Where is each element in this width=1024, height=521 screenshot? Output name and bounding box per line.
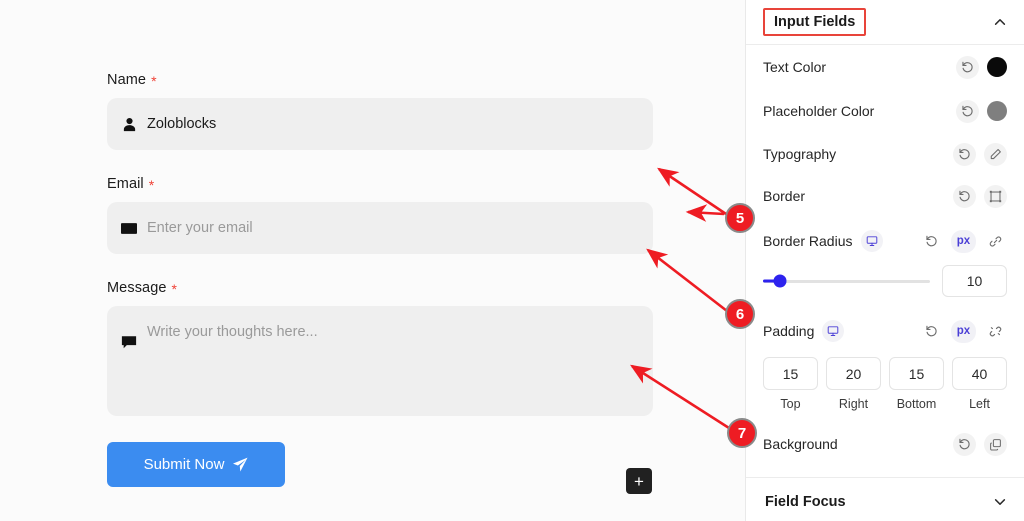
email-field-label: Email * (107, 176, 653, 192)
message-field-label: Message * (107, 280, 653, 296)
required-asterisk: * (148, 177, 155, 193)
border-label: Border (763, 188, 806, 204)
slider-track (763, 279, 930, 283)
user-icon (120, 115, 138, 133)
chevron-up-icon[interactable] (993, 15, 1007, 29)
email-input-placeholder: Enter your email (147, 220, 253, 236)
placeholder-color-label: Placeholder Color (763, 103, 875, 119)
padding-right-label: Right (838, 397, 869, 411)
name-field-label: Name * (107, 72, 653, 88)
placeholder-color-swatch[interactable] (987, 101, 1007, 121)
desktop-icon[interactable] (860, 230, 883, 252)
setting-row-border-radius: Border Radius px (746, 221, 1024, 261)
envelope-icon (120, 219, 138, 237)
background-label: Background (763, 436, 838, 452)
annotation-badge-5: 5 (725, 203, 755, 233)
required-asterisk: * (171, 281, 178, 297)
required-asterisk: * (151, 73, 157, 89)
desktop-icon[interactable] (822, 320, 845, 342)
send-icon (233, 457, 248, 472)
reset-icon[interactable] (953, 142, 976, 166)
contact-form: Name * Zoloblocks Email * Enter your ema… (107, 72, 653, 494)
name-input[interactable]: Zoloblocks (107, 98, 653, 150)
padding-right-input[interactable]: 20 (826, 357, 881, 390)
name-label-text: Name (107, 72, 147, 88)
reset-icon[interactable] (956, 55, 979, 79)
padding-top-cell: 15 Top (763, 357, 818, 411)
border-box-icon[interactable] (984, 184, 1007, 208)
border-radius-label: Border Radius (763, 233, 853, 249)
field-focus-section-header[interactable]: Field Focus (746, 478, 1024, 521)
field-focus-title: Field Focus (765, 494, 846, 510)
message-textarea-placeholder: Write your thoughts here... (147, 324, 318, 340)
email-label-text: Email (107, 176, 144, 192)
reset-icon[interactable] (953, 432, 976, 456)
comment-icon (120, 333, 138, 351)
slider-knob[interactable] (773, 274, 787, 288)
panel-section-title: Input Fields (763, 8, 867, 36)
annotation-badge-6: 6 (725, 299, 755, 329)
padding-right-cell: 20 Right (826, 357, 881, 411)
name-input-value: Zoloblocks (147, 116, 217, 132)
typography-label: Typography (763, 146, 837, 162)
padding-bottom-label: Bottom (896, 397, 937, 411)
submit-button[interactable]: Submit Now (107, 442, 285, 487)
setting-row-border: Border (746, 175, 1024, 217)
padding-left-input[interactable]: 40 (952, 357, 1007, 390)
border-radius-slider[interactable] (763, 272, 930, 290)
message-label-text: Message (107, 280, 167, 296)
link-icon[interactable] (984, 230, 1007, 253)
setting-row-text-color: Text Color (746, 45, 1024, 89)
setting-row-background: Background (746, 423, 1024, 465)
padding-left-cell: 40 Left (952, 357, 1007, 411)
pencil-edit-icon[interactable] (984, 142, 1007, 166)
add-block-button[interactable]: + (626, 468, 652, 494)
message-textarea[interactable]: Write your thoughts here... (107, 306, 653, 416)
padding-left-label: Left (969, 397, 990, 411)
reset-icon[interactable] (953, 184, 976, 208)
padding-bottom-cell: 15 Bottom (889, 357, 944, 411)
submit-button-label: Submit Now (143, 456, 225, 473)
unit-toggle-px[interactable]: px (951, 319, 976, 343)
padding-inputs: 15 Top 20 Right 15 Bottom 40 Left (746, 351, 1024, 411)
reset-icon[interactable] (920, 320, 943, 343)
email-input[interactable]: Enter your email (107, 202, 653, 254)
form-preview-canvas: Name * Zoloblocks Email * Enter your ema… (0, 0, 745, 521)
screen: Name * Zoloblocks Email * Enter your ema… (0, 0, 1024, 521)
setting-row-placeholder-color: Placeholder Color (746, 89, 1024, 133)
setting-row-padding: Padding px (746, 311, 1024, 351)
broken-link-icon[interactable] (984, 320, 1007, 343)
padding-label: Padding (763, 323, 815, 339)
reset-icon[interactable] (956, 99, 979, 123)
chevron-down-icon[interactable] (993, 495, 1007, 509)
text-color-swatch[interactable] (987, 57, 1007, 77)
padding-top-label: Top (780, 397, 801, 411)
annotation-badge-7: 7 (727, 418, 757, 448)
reset-icon[interactable] (920, 230, 943, 253)
unit-toggle-px[interactable]: px (951, 229, 976, 253)
border-radius-control: 10 (746, 261, 1024, 297)
settings-panel: Input Fields Text Color Placeholder Colo… (745, 0, 1024, 521)
text-color-label: Text Color (763, 59, 827, 75)
border-radius-value-input[interactable]: 10 (942, 265, 1007, 297)
padding-top-input[interactable]: 15 (763, 357, 818, 390)
input-fields-section-header[interactable]: Input Fields (746, 0, 1024, 44)
padding-bottom-input[interactable]: 15 (889, 357, 944, 390)
layers-copy-icon[interactable] (984, 432, 1007, 456)
setting-row-typography: Typography (746, 133, 1024, 175)
